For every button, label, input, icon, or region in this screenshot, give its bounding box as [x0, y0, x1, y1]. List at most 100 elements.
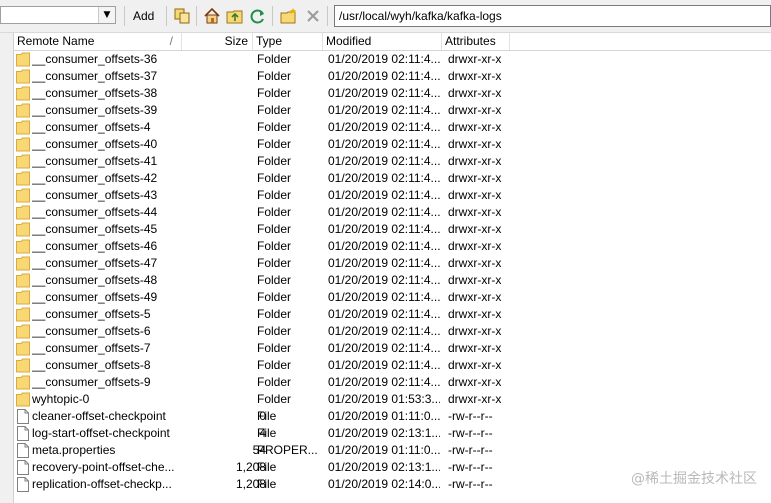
column-type[interactable]: Type — [253, 33, 323, 50]
chevron-down-icon[interactable]: ▼ — [98, 7, 115, 23]
column-modified[interactable]: Modified — [323, 33, 442, 50]
file-name: cleaner-offset-checkpoint — [32, 409, 166, 423]
toolbar-separator — [327, 6, 328, 26]
file-row[interactable]: __consumer_offsets-42 Folder 01/20/2019 02… — [14, 170, 771, 187]
file-row[interactable]: __consumer_offsets-39 Folder 01/20/2019 02… — [14, 102, 771, 119]
file-row[interactable]: __consumer_offsets-40 Folder 01/20/2019 02… — [14, 136, 771, 153]
add-button[interactable]: Add — [133, 6, 154, 26]
file-row[interactable]: meta.properties 54 PROPER... 01/20/2019 01:… — [14, 442, 771, 459]
copy-icon[interactable] — [173, 7, 191, 25]
file-row[interactable]: __consumer_offsets-49 Folder 01/20/2019 02… — [14, 289, 771, 306]
folder-icon — [16, 69, 30, 84]
file-icon — [17, 443, 29, 458]
file-modified: 01/20/2019 02:13:1... — [328, 426, 440, 440]
file-attributes: drwxr-xr-x — [448, 222, 502, 236]
parent-folder-icon[interactable] — [226, 7, 244, 25]
file-type: Folder — [257, 52, 292, 66]
file-type: Folder — [257, 307, 292, 321]
file-modified: 01/20/2019 02:11:4... — [328, 358, 440, 372]
file-modified: 01/20/2019 02:11:4... — [328, 205, 440, 219]
column-header: Remote Name / Size Type Modified Attribu… — [14, 33, 771, 51]
file-row[interactable]: __consumer_offsets-44 Folder 01/20/2019 02… — [14, 204, 771, 221]
file-type: File — [257, 409, 277, 423]
file-name: __consumer_offsets-45 — [32, 222, 158, 236]
watermark: @稀土掘金技术社区 — [631, 471, 757, 487]
column-size[interactable]: Size — [182, 33, 253, 50]
file-row[interactable]: __consumer_offsets-36 Folder 01/20/2019 02… — [14, 51, 771, 68]
home-icon[interactable] — [203, 7, 221, 25]
folder-icon — [16, 52, 30, 67]
file-type: PROPER... — [257, 443, 318, 457]
file-name: meta.properties — [32, 443, 116, 457]
file-modified: 01/20/2019 01:53:3... — [328, 392, 440, 406]
file-row[interactable]: __consumer_offsets-8 Folder 01/20/2019 02:… — [14, 357, 771, 374]
file-attributes: -rw-r--r-- — [448, 477, 493, 491]
file-row[interactable]: __consumer_offsets-5 Folder 01/20/2019 02:… — [14, 306, 771, 323]
folder-icon — [16, 188, 30, 203]
file-name: wyhtopic-0 — [32, 392, 90, 406]
file-row[interactable]: __consumer_offsets-6 Folder 01/20/2019 02:… — [14, 323, 771, 340]
file-row[interactable]: __consumer_offsets-47 Folder 01/20/2019 02… — [14, 255, 771, 272]
file-size: 54 — [252, 443, 266, 457]
remote-path-field[interactable]: /usr/local/wyh/kafka/kafka-logs — [334, 5, 771, 27]
folder-icon — [16, 239, 30, 254]
left-pane-edge — [0, 33, 14, 503]
folder-icon — [16, 86, 30, 101]
file-modified: 01/20/2019 02:11:4... — [328, 273, 440, 287]
file-modified: 01/20/2019 02:11:4... — [328, 324, 440, 338]
folder-icon — [16, 120, 30, 135]
file-attributes: drwxr-xr-x — [448, 239, 502, 253]
file-name: log-start-offset-checkpoint — [32, 426, 170, 440]
toolbar-separator — [124, 6, 125, 26]
file-name: __consumer_offsets-4 — [32, 120, 151, 134]
file-row[interactable]: __consumer_offsets-9 Folder 01/20/2019 02:… — [14, 374, 771, 391]
file-type: Folder — [257, 171, 292, 185]
folder-icon — [16, 290, 30, 305]
file-row[interactable]: __consumer_offsets-48 Folder 01/20/2019 02… — [14, 272, 771, 289]
file-name: replication-offset-checkp... — [32, 477, 172, 491]
file-attributes: drwxr-xr-x — [448, 273, 502, 287]
file-modified: 01/20/2019 02:11:4... — [328, 290, 440, 304]
file-row[interactable]: __consumer_offsets-38 Folder 01/20/2019 02… — [14, 85, 771, 102]
file-row[interactable]: __consumer_offsets-41 Folder 01/20/2019 02… — [14, 153, 771, 170]
file-row[interactable]: __consumer_offsets-46 Folder 01/20/2019 02… — [14, 238, 771, 255]
refresh-icon[interactable] — [249, 7, 267, 25]
file-row[interactable]: __consumer_offsets-45 Folder 01/20/2019 02… — [14, 221, 771, 238]
new-folder-icon[interactable] — [280, 7, 298, 25]
file-row[interactable]: wyhtopic-0 Folder 01/20/2019 01:53:3... drw… — [14, 391, 771, 408]
file-attributes: drwxr-xr-x — [448, 52, 502, 66]
delete-icon[interactable] — [304, 7, 322, 25]
file-row[interactable]: __consumer_offsets-43 Folder 01/20/2019 02… — [14, 187, 771, 204]
file-type: Folder — [257, 273, 292, 287]
file-attributes: drwxr-xr-x — [448, 120, 502, 134]
folder-icon — [16, 154, 30, 169]
file-name: __consumer_offsets-7 — [32, 341, 151, 355]
filter-combo[interactable]: ▼ — [0, 6, 116, 24]
column-attributes[interactable]: Attributes — [442, 33, 510, 50]
file-row[interactable]: cleaner-offset-checkpoint 0 File 01/20/2019… — [14, 408, 771, 425]
file-row[interactable]: log-start-offset-checkpoint 4 File 01/20/20… — [14, 425, 771, 442]
file-row[interactable]: __consumer_offsets-37 Folder 01/20/2019 02… — [14, 68, 771, 85]
file-row[interactable]: __consumer_offsets-4 Folder 01/20/2019 02:… — [14, 119, 771, 136]
folder-icon — [16, 375, 30, 390]
file-attributes: drwxr-xr-x — [448, 188, 502, 202]
file-modified: 01/20/2019 02:11:4... — [328, 307, 440, 321]
column-remote-name[interactable]: Remote Name / — [14, 33, 182, 50]
file-size: 4 — [259, 426, 266, 440]
file-name: __consumer_offsets-49 — [32, 290, 158, 304]
file-modified: 01/20/2019 02:11:4... — [328, 52, 440, 66]
sort-indicator-icon: / — [169, 34, 173, 48]
file-name: __consumer_offsets-43 — [32, 188, 158, 202]
folder-icon — [16, 341, 30, 356]
file-modified: 01/20/2019 02:11:4... — [328, 86, 440, 100]
file-type: Folder — [257, 188, 292, 202]
file-modified: 01/20/2019 02:11:4... — [328, 375, 440, 389]
file-modified: 01/20/2019 02:11:4... — [328, 222, 440, 236]
file-attributes: drwxr-xr-x — [448, 103, 502, 117]
file-row[interactable]: __consumer_offsets-7 Folder 01/20/2019 02:… — [14, 340, 771, 357]
file-name: __consumer_offsets-41 — [32, 154, 158, 168]
file-attributes: -rw-r--r-- — [448, 426, 493, 440]
file-type: Folder — [257, 239, 292, 253]
toolbar-separator — [166, 6, 167, 26]
file-type: Folder — [257, 103, 292, 117]
